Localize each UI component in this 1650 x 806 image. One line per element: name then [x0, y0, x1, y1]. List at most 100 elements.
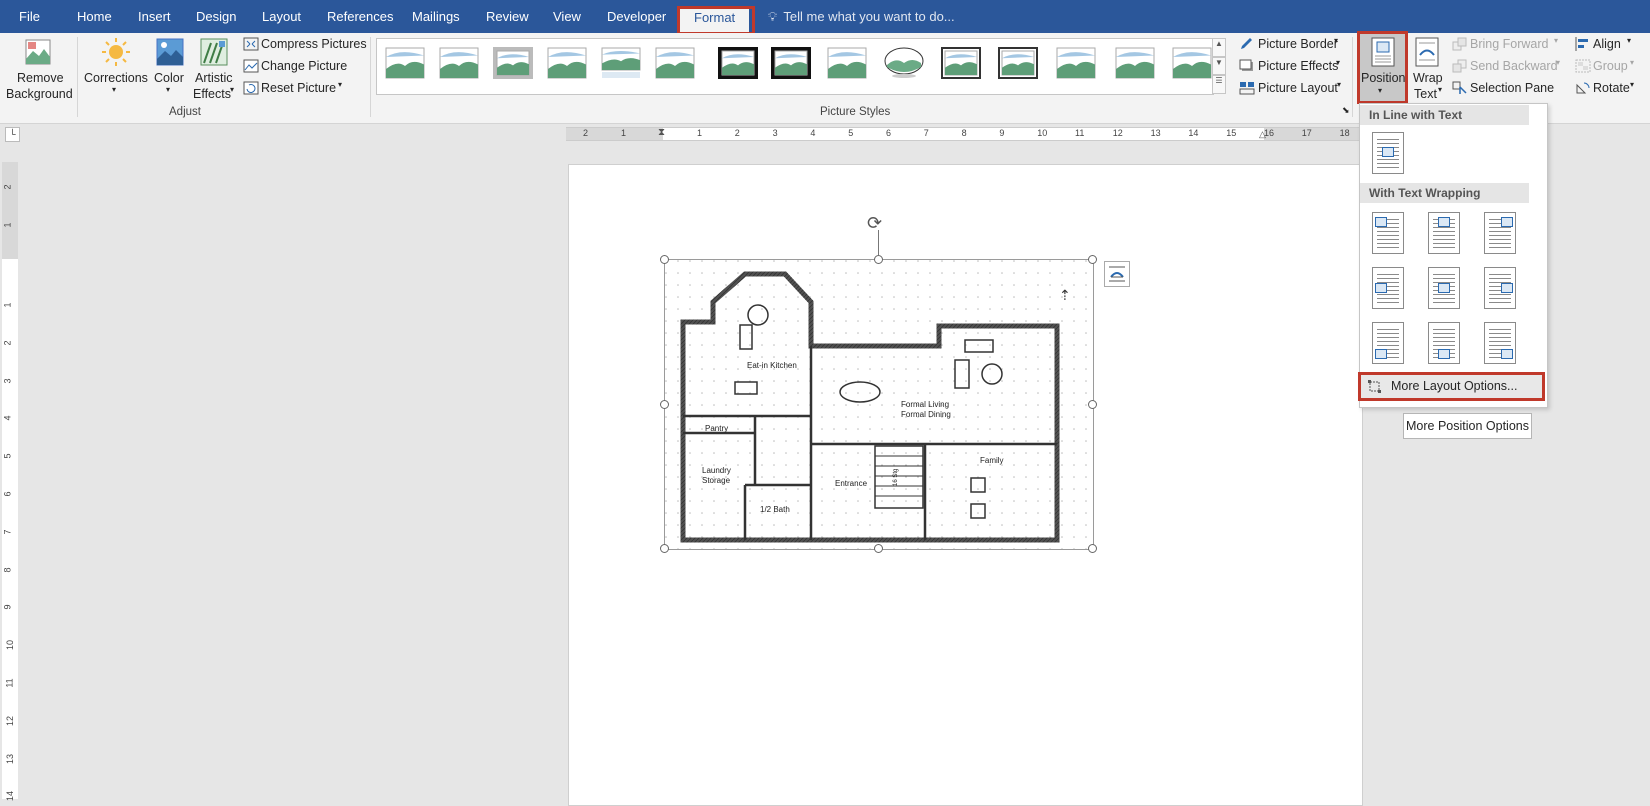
chevron-down-icon: ▾ [230, 85, 235, 94]
ruler-tick-label: 3 [772, 128, 778, 138]
corrections-label: Corrections [84, 71, 148, 85]
lightbulb-icon: 💡︎ [768, 9, 778, 24]
label-pantry: Pantry [705, 424, 728, 433]
indent-marker-icon[interactable]: ⧗ [658, 127, 665, 138]
picture-style-thumbnail[interactable] [827, 47, 867, 79]
ruler-tick-label: 2 [583, 128, 589, 138]
tab-layout[interactable]: Layout [262, 0, 301, 33]
tab-insert[interactable]: Insert [138, 0, 171, 33]
picture-style-thumbnail[interactable] [941, 47, 981, 79]
resize-handle-sw[interactable] [660, 544, 669, 553]
picture-style-thumbnail[interactable] [547, 47, 587, 79]
compress-icon [243, 37, 259, 51]
change-picture-label: Change Picture [261, 59, 348, 73]
picture-style-thumbnail[interactable] [439, 47, 479, 79]
resize-handle-n[interactable] [874, 255, 883, 264]
chevron-down-icon: ▾ [1337, 80, 1342, 89]
tab-design[interactable]: Design [196, 0, 236, 33]
rotate-handle-icon[interactable]: ⟳ [867, 213, 882, 234]
picture-style-thumbnail[interactable] [771, 47, 811, 79]
ruler-tick-label: 2 [2, 184, 13, 190]
tab-references[interactable]: References [327, 0, 393, 33]
position-wrap-icon[interactable] [1372, 212, 1404, 254]
position-wrap-icon[interactable] [1428, 322, 1460, 364]
ruler-tick-label: 14 [1188, 128, 1199, 138]
gallery-scroll-down[interactable]: ▼ [1212, 57, 1226, 75]
ruler-tick-label: 10 [5, 640, 16, 651]
position-wrap-icon[interactable] [1428, 212, 1460, 254]
tab-file[interactable]: File [19, 0, 40, 33]
picture-style-thumbnail[interactable] [655, 47, 695, 79]
align-icon [1575, 37, 1588, 51]
resize-handle-w[interactable] [660, 400, 669, 409]
position-wrap-icon[interactable] [1484, 267, 1516, 309]
label-family: Family [980, 456, 1004, 465]
tab-review[interactable]: Review [486, 0, 529, 33]
gallery-scroll-up[interactable]: ▲ [1212, 38, 1226, 57]
ruler-top-margin [2, 162, 18, 259]
picture-style-thumbnail[interactable] [1115, 47, 1155, 79]
position-wrap-icon[interactable] [1372, 267, 1404, 309]
divider [1352, 37, 1353, 117]
gallery-more[interactable]: ☰ [1212, 75, 1226, 94]
resize-handle-e[interactable] [1088, 400, 1097, 409]
more-position-tooltip: More Position Options [1403, 413, 1532, 439]
position-wrap-icon[interactable] [1484, 322, 1516, 364]
floor-plan-picture[interactable]: ⇡ Eat-in Kitchen Pantry Formal Living Fo… [660, 213, 1097, 553]
ruler-tick-label: 11 [4, 678, 15, 688]
ruler-tick-label: 7 [923, 128, 929, 138]
tab-mailings[interactable]: Mailings [412, 0, 460, 33]
label-dining: Formal Dining [901, 410, 951, 419]
position-icon [1371, 37, 1395, 67]
resize-handle-ne[interactable] [1088, 255, 1097, 264]
remove-background-icon [25, 39, 51, 65]
position-wrap-icon[interactable] [1428, 267, 1460, 309]
horizontal-ruler[interactable]: 2 1 1 2 3 4 5 6 7 8 9 10 11 12 13 14 15 16 17 18 ⧗ △ [566, 127, 1359, 141]
send-backward-icon [1452, 59, 1467, 73]
picture-style-thumbnail[interactable] [385, 47, 425, 79]
picture-style-thumbnail[interactable] [884, 47, 924, 79]
picture-style-preview [941, 47, 981, 79]
tab-developer[interactable]: Developer [607, 0, 666, 33]
more-layout-options-item[interactable]: More Layout Options... [1358, 372, 1545, 401]
picture-style-thumbnail[interactable] [998, 47, 1038, 79]
picture-styles-gallery[interactable] [376, 38, 1214, 95]
resize-handle-s[interactable] [874, 544, 883, 553]
ruler-tick-label: 6 [2, 491, 13, 497]
picture-style-preview [655, 47, 695, 79]
picture-style-thumbnail[interactable] [1172, 47, 1212, 79]
layout-options-icon[interactable] [1104, 261, 1130, 287]
color-picture-icon [156, 38, 184, 66]
tab-home[interactable]: Home [77, 0, 112, 33]
resize-handle-se[interactable] [1088, 544, 1097, 553]
picture-style-thumbnail[interactable] [601, 47, 641, 79]
position-wrap-icon[interactable] [1372, 322, 1404, 364]
group-icon [1575, 59, 1591, 73]
vertical-ruler[interactable]: 2 1 1 2 3 4 5 6 7 8 9 10 11 12 13 14 [2, 162, 18, 801]
right-indent-marker-icon[interactable]: △ [1259, 129, 1266, 140]
wrap-text-label: Wrap [1413, 71, 1443, 85]
picture-style-preview [1056, 47, 1096, 79]
tab-view[interactable]: View [553, 0, 581, 33]
picture-layout-icon [1239, 82, 1255, 95]
ruler-tick-label: 9 [999, 128, 1005, 138]
picture-style-thumbnail[interactable] [718, 47, 758, 79]
picture-style-thumbnail[interactable] [493, 47, 533, 79]
ruler-tick-label: 15 [1226, 128, 1237, 138]
remove-background-label: Remove [17, 71, 64, 85]
picture-style-preview [547, 47, 587, 79]
position-inline-icon[interactable] [1372, 132, 1404, 174]
dialog-launcher-icon[interactable]: ⬊ [1342, 105, 1350, 116]
resize-handle-nw[interactable] [660, 255, 669, 264]
artistic-effects-label: Artistic [195, 71, 233, 85]
position-wrap-icon[interactable] [1484, 212, 1516, 254]
picture-style-thumbnail[interactable] [1056, 47, 1096, 79]
ruler-tick-label: 17 [1301, 128, 1312, 138]
tab-selector[interactable]: └ [5, 127, 20, 142]
rotate-label: Rotate [1593, 81, 1630, 95]
compress-pictures-label: Compress Pictures [261, 37, 367, 51]
tab-format[interactable]: Format [680, 6, 750, 33]
ruler-tick-label: 5 [2, 453, 13, 459]
picture-style-preview [827, 47, 867, 79]
tell-me-search[interactable]: 💡︎ Tell me what you want to do... [768, 0, 955, 33]
